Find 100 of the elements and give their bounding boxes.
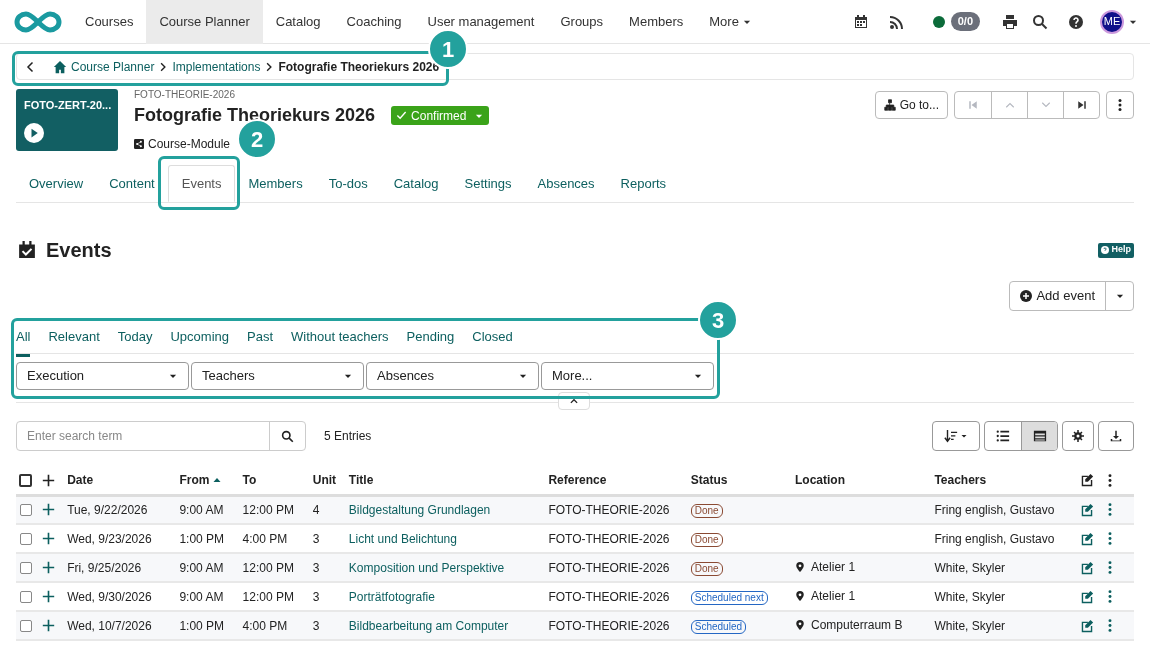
filter-dropdown[interactable]: Teachers bbox=[191, 362, 364, 390]
event-title-link[interactable]: Komposition und Perspektive bbox=[348, 560, 505, 575]
nav-item[interactable]: Coaching bbox=[333, 0, 415, 44]
kebab-icon[interactable] bbox=[1107, 561, 1112, 574]
kebab-icon[interactable] bbox=[1107, 590, 1112, 603]
thumbnail-label: FOTO-ZERT-20... bbox=[24, 98, 110, 113]
filter-tab[interactable]: Closed bbox=[472, 321, 513, 354]
home-icon bbox=[53, 59, 67, 74]
edit-icon[interactable] bbox=[1079, 560, 1094, 575]
plus-icon[interactable] bbox=[42, 503, 56, 517]
printer-icon bbox=[1002, 13, 1018, 30]
column-header[interactable]: Date bbox=[67, 471, 94, 490]
column-header[interactable]: Status bbox=[690, 471, 728, 490]
filter-tab[interactable]: Pending bbox=[406, 321, 455, 354]
edit-icon bbox=[1079, 473, 1094, 488]
filter-tab[interactable]: Past bbox=[247, 321, 273, 354]
event-title-link[interactable]: Bildbearbeitung am Computer bbox=[348, 618, 509, 633]
select-all-checkbox[interactable] bbox=[19, 473, 32, 487]
infinity-logo[interactable] bbox=[12, 9, 64, 34]
share-icon bbox=[134, 139, 144, 149]
plus-icon[interactable] bbox=[42, 532, 56, 545]
filter-dropdown[interactable]: Absences bbox=[366, 362, 539, 390]
kebab-icon[interactable] bbox=[1107, 532, 1112, 545]
settings-button[interactable] bbox=[1062, 421, 1094, 451]
edit-icon[interactable] bbox=[1079, 618, 1094, 633]
search-field[interactable]: Enter search term bbox=[16, 421, 306, 451]
nav-item[interactable]: Courses bbox=[72, 0, 147, 44]
row-checkbox[interactable] bbox=[20, 619, 32, 632]
skip-icon bbox=[1075, 99, 1088, 111]
help-icon bbox=[1068, 13, 1084, 30]
help-icon bbox=[1101, 246, 1110, 254]
nav-item[interactable]: Course Planner bbox=[146, 0, 263, 44]
filter-tab[interactable]: Without teachers bbox=[291, 321, 389, 354]
row-checkbox[interactable] bbox=[20, 561, 32, 574]
event-title-link[interactable]: Porträtfotografie bbox=[348, 589, 435, 604]
plus-icon[interactable] bbox=[42, 590, 56, 603]
search-input[interactable]: Enter search term bbox=[17, 422, 269, 450]
map-pin-icon bbox=[795, 618, 806, 631]
table-cell: FOTO-THEORIE-2026 bbox=[548, 618, 670, 633]
filter-tab[interactable]: All bbox=[16, 321, 31, 357]
callout-number: 3 bbox=[698, 300, 738, 340]
tab[interactable]: Reports bbox=[607, 165, 680, 202]
tab[interactable]: Overview bbox=[16, 165, 97, 202]
course-thumbnail[interactable]: FOTO-ZERT-20... bbox=[16, 89, 118, 151]
column-header[interactable]: Location bbox=[795, 471, 846, 490]
filter-dropdown[interactable]: More... bbox=[541, 362, 714, 390]
table-cell: Fring english, Gustavo bbox=[934, 502, 1055, 517]
nav-item[interactable]: Catalog bbox=[262, 0, 334, 44]
calendar-icon bbox=[852, 13, 869, 30]
event-title-link[interactable]: Licht und Belichtung bbox=[348, 531, 457, 546]
tab[interactable]: Absences bbox=[524, 165, 608, 202]
filter-dropdown[interactable]: Execution bbox=[16, 362, 189, 390]
nav-item[interactable]: Members bbox=[616, 0, 697, 44]
column-header[interactable]: Reference bbox=[548, 471, 607, 490]
check-icon bbox=[396, 110, 408, 121]
breadcrumb-link[interactable]: Implementations bbox=[172, 57, 261, 76]
column-header[interactable]: To bbox=[242, 471, 257, 490]
column-header[interactable]: Unit bbox=[312, 471, 337, 490]
filter-tab[interactable]: Relevant bbox=[48, 321, 100, 354]
user-avatar[interactable]: ME bbox=[1100, 9, 1124, 34]
tab[interactable]: Content bbox=[96, 165, 168, 202]
help-button[interactable]: Help bbox=[1098, 242, 1134, 258]
tab[interactable]: To-dos bbox=[315, 165, 381, 202]
nav-item[interactable]: More bbox=[696, 0, 765, 44]
sort-ascending-icon bbox=[213, 476, 222, 485]
edit-icon[interactable] bbox=[1079, 531, 1094, 546]
sort-button[interactable] bbox=[932, 421, 980, 451]
sort-icon bbox=[944, 429, 958, 443]
table-cell-text: Atelier 1 bbox=[811, 587, 856, 605]
nav-item[interactable]: Groups bbox=[547, 0, 617, 44]
column-header[interactable]: From bbox=[179, 471, 222, 490]
tab[interactable]: Members bbox=[235, 165, 316, 202]
tab[interactable]: Settings bbox=[451, 165, 525, 202]
tab[interactable]: Catalog bbox=[380, 165, 452, 202]
goto-button[interactable]: Go to... bbox=[874, 91, 948, 119]
table-cell: Fri, 9/25/2026 bbox=[67, 560, 142, 575]
row-checkbox[interactable] bbox=[20, 532, 32, 545]
section-title: Events bbox=[46, 238, 112, 263]
edit-icon[interactable] bbox=[1079, 589, 1094, 604]
edit-icon[interactable] bbox=[1079, 502, 1094, 517]
kebab-icon[interactable] bbox=[1107, 619, 1112, 632]
row-checkbox[interactable] bbox=[20, 590, 32, 603]
counter-badge[interactable]: 0/0 bbox=[950, 12, 980, 31]
filter-tab[interactable]: Today bbox=[117, 321, 153, 354]
kebab-icon[interactable] bbox=[1107, 503, 1112, 517]
download-button[interactable] bbox=[1098, 421, 1134, 451]
column-header[interactable]: Title bbox=[348, 471, 374, 490]
column-header[interactable]: Teachers bbox=[934, 471, 987, 490]
plus-icon[interactable] bbox=[42, 561, 56, 574]
table-cell: 3 bbox=[312, 589, 320, 604]
table-cell: Wed, 9/30/2026 bbox=[67, 589, 152, 604]
breadcrumb-link[interactable]: Course Planner bbox=[71, 57, 155, 76]
more-button[interactable] bbox=[1106, 91, 1134, 119]
event-title-link[interactable]: Bildgestaltung Grundlagen bbox=[348, 502, 491, 517]
plus-icon[interactable] bbox=[42, 619, 56, 632]
download-icon bbox=[1110, 430, 1122, 442]
table-view-button[interactable] bbox=[1021, 422, 1057, 450]
row-checkbox[interactable] bbox=[20, 503, 32, 516]
tab[interactable]: Events bbox=[167, 165, 236, 202]
filter-tab[interactable]: Upcoming bbox=[170, 321, 229, 354]
